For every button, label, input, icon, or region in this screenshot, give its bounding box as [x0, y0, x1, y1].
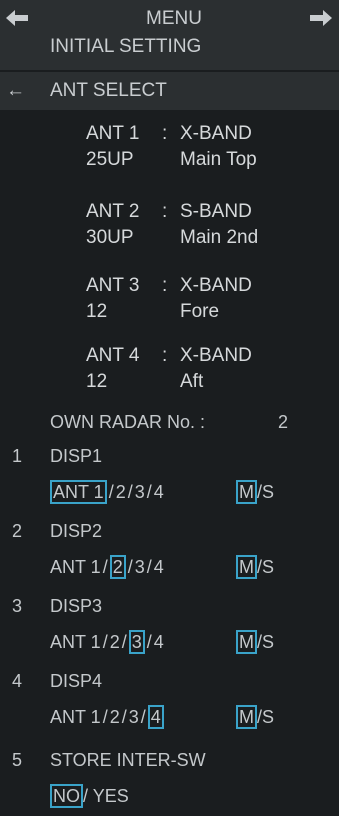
ant-option-2[interactable]: 2: [110, 632, 120, 652]
store-option-separator: /: [83, 786, 93, 806]
display-1-number: 1: [12, 446, 23, 466]
antenna-1-band: X-BAND: [180, 123, 252, 144]
back-arrow-icon[interactable]: ←: [6, 80, 25, 102]
display-1-ms-selector[interactable]: M/S: [236, 480, 274, 504]
own-radar-value[interactable]: 2: [278, 412, 288, 433]
antenna-4-band: X-BAND: [180, 345, 252, 366]
left-arrow-icon[interactable]: [6, 8, 28, 34]
option-separator: /: [102, 557, 108, 577]
antenna-3-model: 12: [86, 301, 108, 322]
own-radar-label: OWN RADAR No. :: [50, 412, 206, 432]
antenna-3-sep: :: [162, 275, 168, 296]
ant-option-1[interactable]: ANT 1: [50, 480, 107, 504]
display-4-ant-row: ANT 1/2/3/4 M/S: [50, 705, 274, 729]
ms-option-m[interactable]: M: [236, 555, 257, 579]
antenna-4-sep: :: [162, 345, 168, 366]
store-options: NO / YES: [50, 784, 129, 808]
option-separator: /: [121, 632, 127, 652]
antenna-2-name: ANT 2: [86, 201, 140, 222]
ant-option-2[interactable]: 2: [116, 482, 126, 502]
option-separator: /: [146, 482, 152, 502]
ant-option-3[interactable]: 3: [129, 707, 139, 727]
store-inter-sw-label[interactable]: STORE INTER-SW: [50, 750, 206, 771]
ant-option-4[interactable]: 4: [154, 632, 164, 652]
antenna-4-model: 12: [86, 371, 108, 392]
display-3-label[interactable]: DISP3: [50, 596, 102, 617]
display-2-label[interactable]: DISP2: [50, 521, 102, 542]
display-4-ms-selector[interactable]: M/S: [236, 705, 274, 729]
display-2-number: 2: [12, 521, 23, 541]
ms-option-s[interactable]: S: [262, 557, 274, 577]
display-2-ant-row: ANT 1/2/3/4 M/S: [50, 555, 274, 579]
antenna-1-location: Main Top: [180, 149, 257, 170]
display-4-label[interactable]: DISP4: [50, 671, 102, 692]
menu-title: MENU: [146, 8, 202, 29]
ms-option-s[interactable]: S: [262, 482, 274, 502]
ant-option-2[interactable]: 2: [109, 555, 126, 579]
display-3-ant-row: ANT 1/2/3/4 M/S: [50, 630, 274, 654]
option-separator: /: [121, 707, 127, 727]
ant-option-4[interactable]: 4: [147, 705, 164, 729]
option-separator: /: [127, 482, 133, 502]
antenna-1-sep: :: [162, 123, 168, 144]
display-4-number: 4: [12, 671, 23, 691]
antenna-3-location: Fore: [180, 301, 220, 322]
antenna-1-name: ANT 1: [86, 123, 140, 144]
ant-option-1[interactable]: ANT 1: [50, 557, 101, 577]
antenna-4-name: ANT 4: [86, 345, 140, 366]
ant-option-3[interactable]: 3: [128, 630, 145, 654]
display-3-ant-selector[interactable]: ANT 1/2/3/4: [50, 630, 164, 654]
ant-option-4[interactable]: 4: [154, 482, 164, 502]
antenna-3-name: ANT 3: [86, 275, 140, 296]
ant-option-3[interactable]: 3: [135, 557, 145, 577]
antenna-2-band: S-BAND: [180, 201, 252, 222]
ms-option-m[interactable]: M: [236, 630, 257, 654]
ms-option-m[interactable]: M: [236, 480, 257, 504]
store-option-no[interactable]: NO: [50, 784, 83, 808]
ms-option-s[interactable]: S: [262, 707, 274, 727]
ant-option-1[interactable]: ANT 1: [50, 707, 101, 727]
ant-option-1[interactable]: ANT 1: [50, 632, 101, 652]
antenna-2-location: Main 2nd: [180, 227, 259, 248]
option-separator: /: [102, 707, 108, 727]
display-3-ms-selector[interactable]: M/S: [236, 630, 274, 654]
option-separator: /: [140, 707, 146, 727]
option-separator: /: [102, 632, 108, 652]
ms-option-s[interactable]: S: [262, 632, 274, 652]
ant-option-2[interactable]: 2: [110, 707, 120, 727]
option-separator: /: [146, 557, 152, 577]
display-2-ant-selector[interactable]: ANT 1/2/3/4: [50, 555, 164, 579]
display-1-ant-selector[interactable]: ANT 1/2/3/4: [50, 480, 164, 504]
antenna-1-model: 25UP: [86, 149, 134, 170]
ant-option-4[interactable]: 4: [154, 557, 164, 577]
breadcrumb-parent[interactable]: INITIAL SETTING: [50, 36, 201, 58]
display-4-ant-selector[interactable]: ANT 1/2/3/4: [50, 705, 164, 729]
display-2-ms-selector[interactable]: M/S: [236, 555, 274, 579]
antenna-3-band: X-BAND: [180, 275, 252, 296]
ms-option-m[interactable]: M: [236, 705, 257, 729]
display-3-number: 3: [12, 596, 23, 616]
display-1-ant-row: ANT 1/2/3/4 M/S: [50, 480, 274, 504]
option-separator: /: [127, 557, 133, 577]
store-option-yes[interactable]: YES: [93, 786, 129, 806]
ant-option-3[interactable]: 3: [135, 482, 145, 502]
antenna-2-model: 30UP: [86, 227, 134, 248]
antenna-4-location: Aft: [180, 371, 204, 392]
store-item-number: 5: [12, 750, 23, 770]
breadcrumb-current[interactable]: ANT SELECT: [50, 80, 167, 102]
option-separator: /: [108, 482, 114, 502]
antenna-2-sep: :: [162, 201, 168, 222]
display-1-label[interactable]: DISP1: [50, 446, 102, 467]
right-arrow-icon[interactable]: [310, 8, 332, 34]
option-separator: /: [146, 632, 152, 652]
